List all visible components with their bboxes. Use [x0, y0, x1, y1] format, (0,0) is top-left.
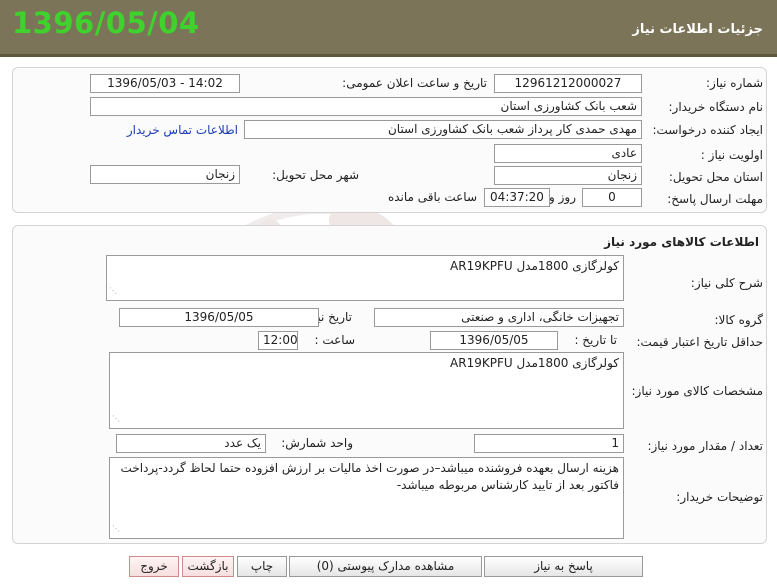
- buyer-notes-text: هزینه ارسال بعهده فروشنده میباشد–در صورت…: [120, 461, 619, 492]
- priority-field: عادی: [494, 144, 642, 163]
- reply-button[interactable]: پاسخ به نیاز: [484, 556, 643, 577]
- back-button[interactable]: بازگشت: [182, 556, 234, 577]
- validity-hour-label: ساعت :: [314, 333, 355, 347]
- resize-grip-icon[interactable]: ⋰: [112, 410, 120, 427]
- creator-field: مهدی حمدی کار پرداز شعب بانک کشاورزی است…: [244, 120, 642, 139]
- unit-label: واحد شمارش:: [281, 436, 353, 450]
- province-field: زنجان: [494, 166, 642, 185]
- buyer-notes-label: توضیحات خریدار:: [676, 490, 763, 504]
- title-bar: جزئیات اطلاعات نیاز 1396/05/04: [0, 0, 777, 57]
- exit-button[interactable]: خروج: [129, 556, 179, 577]
- priority-label: اولویت نیاز :: [700, 148, 763, 162]
- buyer-notes-textarea: هزینه ارسال بعهده فروشنده میباشد–در صورت…: [109, 457, 624, 539]
- specs-label: مشخصات کالای مورد نیاز:: [631, 384, 763, 398]
- city-label: شهر محل تحویل:: [272, 168, 359, 182]
- general-desc-label: شرح کلی نیاز:: [690, 276, 763, 290]
- province-label: استان محل تحویل:: [668, 170, 763, 184]
- general-desc-textarea: کولرگازی 1800مدل AR19KPFU ⋰: [106, 255, 624, 301]
- time-left-field: 04:37:20: [484, 188, 550, 207]
- need-number-field: 12961212000027: [494, 74, 642, 93]
- min-validity-label: حداقل تاریخ اعتبار قیمت:: [636, 335, 763, 349]
- specs-text: کولرگازی 1800مدل AR19KPFU: [450, 356, 619, 370]
- resize-grip-icon[interactable]: ⋰: [112, 520, 120, 537]
- validity-date-field: 1396/05/05: [430, 331, 558, 350]
- need-number-label: شماره نیاز:: [706, 76, 763, 90]
- announce-label: تاریخ و ساعت اعلان عمومی:: [342, 76, 487, 90]
- announce-field: 1396/05/03 - 14:02: [90, 74, 240, 93]
- header-date: 1396/05/04: [12, 6, 200, 40]
- until-label: تا تاریخ :: [574, 333, 617, 347]
- deadline-label: مهلت ارسال پاسخ:: [667, 192, 763, 206]
- qty-label: تعداد / مقدار مورد نیاز:: [647, 439, 763, 453]
- goods-group-field: تجهیزات خانگی، اداری و صنعتی: [374, 308, 624, 327]
- page-title: جزئیات اطلاعات نیاز: [632, 22, 763, 37]
- attachments-button[interactable]: مشاهده مدارک پیوستی (0): [289, 556, 482, 577]
- buyer-org-label: نام دستگاه خریدار:: [668, 100, 764, 114]
- creator-label: ایجاد کننده درخواست:: [652, 123, 763, 137]
- validity-hour-field: 12:00: [258, 331, 298, 350]
- print-button[interactable]: چاپ: [237, 556, 287, 577]
- resize-grip-icon[interactable]: ⋰: [109, 282, 117, 299]
- goods-section-title: اطلاعات کالاهای مورد نیاز: [604, 235, 759, 249]
- deadline-days-field: 0: [582, 188, 642, 207]
- need-date-field: 1396/05/05: [119, 308, 319, 327]
- city-field: زنجان: [90, 165, 240, 184]
- remaining-label: ساعت باقی مانده: [387, 190, 477, 204]
- buyer-org-field: شعب بانک کشاورزی استان: [90, 97, 642, 116]
- qty-field: 1: [474, 434, 624, 453]
- goods-group-label: گروه کالا:: [714, 313, 764, 327]
- unit-field: یک عدد: [116, 434, 266, 453]
- buyer-contact-link[interactable]: اطلاعات تماس خریدار: [127, 123, 238, 137]
- general-desc-text: کولرگازی 1800مدل AR19KPFU: [450, 259, 619, 273]
- specs-textarea: کولرگازی 1800مدل AR19KPFU ⋰: [109, 352, 624, 429]
- day-and-label: روز و: [549, 190, 576, 204]
